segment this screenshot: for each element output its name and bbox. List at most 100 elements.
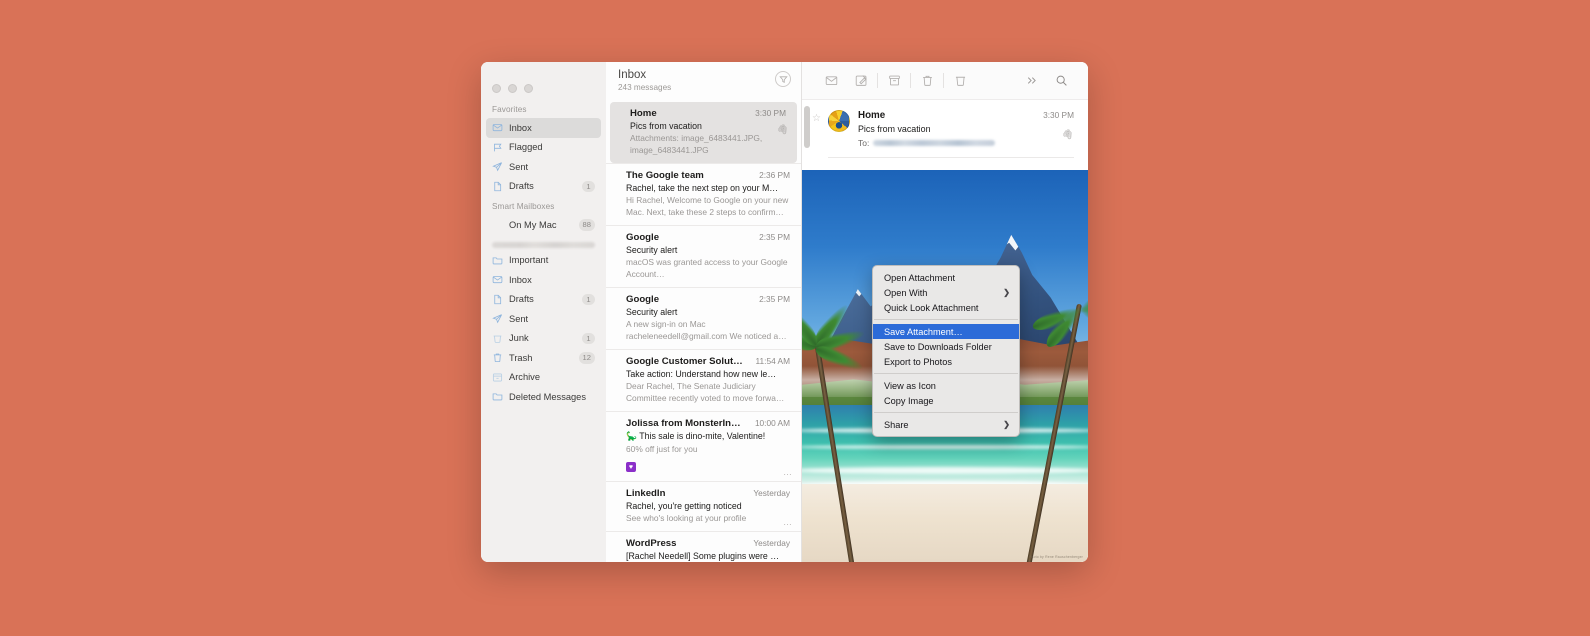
filter-icon[interactable] xyxy=(775,71,791,87)
sidebar-item-drafts[interactable]: Drafts 1 xyxy=(486,290,601,310)
sidebar-account-redacted xyxy=(492,241,595,248)
sidebar-item-deleted-messages[interactable]: Deleted Messages xyxy=(486,387,601,407)
message-list-item[interactable]: WordPress Yesterday [Rachel Needell] Some … xyxy=(606,531,801,562)
recipient-row: To: xyxy=(858,138,1035,148)
context-menu-item[interactable]: View as Icon xyxy=(873,378,1019,393)
sidebar-item-flagged[interactable]: Flagged xyxy=(486,138,601,158)
archive-box-icon[interactable] xyxy=(879,68,909,94)
message-subject: Security alert xyxy=(626,307,678,317)
context-menu-item[interactable]: Save Attachment… xyxy=(873,324,1019,339)
recipient-redacted xyxy=(873,140,996,146)
zoom-button[interactable] xyxy=(524,84,533,93)
sidebar-item-label: Archive xyxy=(509,372,541,383)
chevron-right-icon: ❯ xyxy=(1003,420,1010,429)
traffic-lights xyxy=(481,70,606,99)
avatar xyxy=(828,110,850,132)
sidebar-item-sent[interactable]: Sent xyxy=(486,157,601,177)
message-sender: The Google team xyxy=(626,170,704,181)
minimize-button[interactable] xyxy=(508,84,517,93)
sidebar-item-label: Sent xyxy=(509,313,529,324)
context-menu-item[interactable]: Copy Image xyxy=(873,393,1019,408)
sidebar: Favorites Inbox Flagged Sent Drafts 1 Smart Ma… xyxy=(481,62,606,562)
header-divider xyxy=(828,157,1074,158)
context-menu-label: Open With xyxy=(884,287,928,298)
sidebar-item-label: Important xyxy=(509,255,549,266)
trash-icon[interactable] xyxy=(912,68,942,94)
context-menu-label: Save to Downloads Folder xyxy=(884,341,992,352)
attachment-photo[interactable]: Photo by Rene Rauschenberger Open Attach… xyxy=(802,170,1088,562)
star-icon[interactable]: ☆ xyxy=(812,113,821,124)
reading-pane: ☆ Home Pics from vacation To: 3:30 PM 🖇 xyxy=(802,62,1088,562)
sidebar-item-junk[interactable]: Junk 1 xyxy=(486,329,601,349)
message-list-item[interactable]: Google Customer Soluti… 11:54 AM Take acti… xyxy=(606,349,801,411)
message-time: 10:00 AM xyxy=(754,418,790,428)
sidebar-item-label: Flagged xyxy=(509,142,543,153)
message-sender: Home xyxy=(630,108,657,119)
message-subject: Rachel, you're getting noticed xyxy=(626,500,742,511)
message-sender: Jolissa from MonsterInsi… xyxy=(626,418,744,429)
sidebar-item-sent[interactable]: Sent xyxy=(486,309,601,329)
message-list[interactable]: Inbox 243 messages Home 3:30 PM Pics from … xyxy=(606,62,802,562)
message-list-item[interactable]: Home 3:30 PM Pics from vacation Attachments… xyxy=(610,102,797,163)
context-menu-item[interactable]: Open Attachment xyxy=(873,270,1019,285)
sidebar-item-count: 1 xyxy=(582,332,595,344)
sidebar-item-archive[interactable]: Archive xyxy=(486,368,601,388)
message-list-item[interactable]: The Google team 2:36 PM Rachel, take the n… xyxy=(606,163,801,225)
compose-icon[interactable] xyxy=(846,68,876,94)
sidebar-item-label: Inbox xyxy=(509,122,532,133)
context-menu-item[interactable]: Share ❯ xyxy=(873,417,1019,432)
context-menu-item[interactable]: Export to Photos xyxy=(873,354,1019,369)
message-subject: Pics from vacation xyxy=(858,124,931,134)
context-menu-item[interactable]: Quick Look Attachment xyxy=(873,300,1019,315)
sidebar-item-important[interactable]: Important xyxy=(486,251,601,271)
context-menu-separator xyxy=(874,373,1018,374)
sidebar-item-on-my-mac[interactable]: On My Mac 88 xyxy=(486,215,601,235)
palm-right xyxy=(1008,277,1088,562)
message-list-item[interactable]: Google 2:35 PM Security alert A new sign-in… xyxy=(606,287,801,349)
photo-watermark: Photo by Rene Rauschenberger xyxy=(1028,555,1083,559)
message-time: 2:35 PM xyxy=(759,232,790,242)
envelope-icon[interactable] xyxy=(816,68,846,94)
sidebar-section-header: Smart Mailboxes xyxy=(492,202,555,211)
palm-left xyxy=(802,300,876,562)
message-subject: [Rachel Needell] Some plugins were aut… xyxy=(626,551,790,561)
sidebar-item-label: Drafts xyxy=(509,181,534,192)
attachment-context-menu[interactable]: Open Attachment Open With ❯ Quick Look Atta… xyxy=(872,265,1020,437)
toolbar-separator xyxy=(877,73,878,88)
close-button[interactable] xyxy=(492,84,501,93)
junk-bin-icon[interactable] xyxy=(945,68,975,94)
message-sender: Google Customer Soluti… xyxy=(626,356,744,367)
message-list-item[interactable]: LinkedIn Yesterday Rachel, you're getting … xyxy=(606,480,801,532)
context-menu-label: Quick Look Attachment xyxy=(884,302,979,313)
message-list-item[interactable]: Jolissa from MonsterInsi… 10:00 AM 🦕 This … xyxy=(606,411,801,481)
trash-icon xyxy=(492,352,503,363)
sidebar-item-inbox[interactable]: Inbox xyxy=(486,270,601,290)
sidebar-item-count: 12 xyxy=(578,352,595,364)
message-time: 2:36 PM xyxy=(759,170,790,180)
context-menu-item[interactable]: Open With ❯ xyxy=(873,285,1019,300)
junk-icon xyxy=(492,333,503,344)
message-list-item[interactable]: Google 2:35 PM Security alert macOS was gra… xyxy=(606,225,801,287)
toolbar-separator xyxy=(943,73,944,88)
mailbox-title: Inbox xyxy=(618,69,647,81)
sidebar-item-label: Deleted Messages xyxy=(509,391,586,402)
context-menu-label: Open Attachment xyxy=(884,272,955,283)
message-snippet: Attachments: image_6483441.JPG, image_64… xyxy=(630,133,763,155)
message-time: Yesterday xyxy=(753,538,790,548)
message-count: 243 messages xyxy=(618,83,672,92)
sidebar-item-drafts[interactable]: Drafts 1 xyxy=(486,177,601,197)
message-sender: WordPress xyxy=(626,538,677,549)
sidebar-item-inbox[interactable]: Inbox xyxy=(486,118,601,138)
sidebar-item-trash[interactable]: Trash 12 xyxy=(486,348,601,368)
message-snippet: macOS was granted access to your Google … xyxy=(626,257,788,279)
flag-icon xyxy=(492,142,503,153)
context-menu-label: Copy Image xyxy=(884,395,934,406)
context-menu-item[interactable]: Save to Downloads Folder xyxy=(873,339,1019,354)
context-menu-label: Save Attachment… xyxy=(884,326,963,337)
to-label: To: xyxy=(858,138,870,148)
paperclip-icon[interactable]: 🖇 xyxy=(1042,121,1075,141)
search-icon[interactable] xyxy=(1046,68,1076,94)
chevron-double-right-icon[interactable] xyxy=(1016,68,1046,94)
sidebar-item-label: Drafts xyxy=(509,294,534,305)
sidebar-item-label: On My Mac xyxy=(509,219,557,230)
